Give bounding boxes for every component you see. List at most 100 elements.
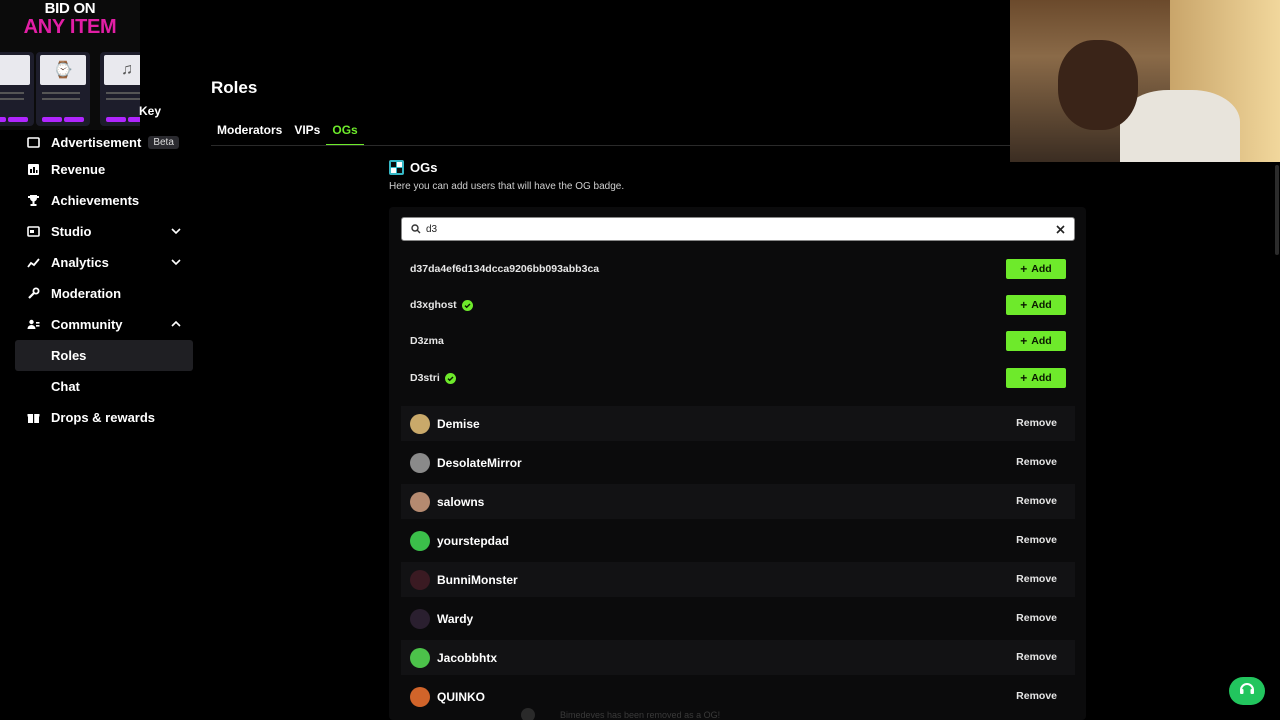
search-result-row: d3xghost + Add: [410, 295, 1076, 315]
page-scrollbar[interactable]: [1275, 165, 1279, 255]
sidebar-item-drops-rewards[interactable]: Drops & rewards: [15, 402, 193, 433]
search-result-row: d37da4ef6d134dcca9206bb093abb3ca + Add: [410, 259, 1076, 279]
plus-icon: +: [1020, 298, 1028, 312]
tab-moderators[interactable]: Moderators: [211, 120, 288, 146]
chevron-down-icon[interactable]: [170, 256, 182, 271]
avatar: [410, 413, 430, 434]
studio-icon: [26, 225, 40, 239]
search-result-row: D3stri + Add: [410, 368, 1076, 388]
avatar: [410, 452, 430, 473]
plus-icon: +: [1020, 334, 1028, 348]
add-button[interactable]: + Add: [1006, 295, 1066, 315]
remove-button[interactable]: Remove: [1016, 534, 1057, 546]
sidebar-item-chat[interactable]: Chat: [15, 371, 193, 402]
og-username: yourstepdad: [437, 533, 510, 548]
sidebar: Advertisement Beta Revenue Achievements …: [15, 130, 193, 433]
chevron-up-icon[interactable]: [170, 318, 182, 333]
og-list-row: Jacobbhtx Remove: [401, 640, 1075, 675]
og-list-row: QUINKO Remove: [401, 679, 1075, 714]
sidebar-item-moderation[interactable]: Moderation: [15, 278, 193, 309]
remove-button[interactable]: Remove: [1016, 690, 1057, 702]
close-icon[interactable]: [1054, 223, 1066, 235]
avatar: [410, 647, 430, 668]
avatar: [410, 569, 430, 590]
og-list-row: Wardy Remove: [401, 601, 1075, 636]
result-username: d3xghost: [410, 299, 457, 311]
advertisement-icon: [26, 135, 40, 149]
sidebar-item-label: Moderation: [51, 286, 122, 301]
ad-headline-2: ANY ITEM: [23, 16, 117, 38]
analytics-icon: [26, 256, 40, 270]
trophy-icon: [26, 194, 40, 208]
result-username: D3zma: [410, 335, 444, 347]
stream-key-label[interactable]: Key: [139, 104, 161, 118]
check-icon: [521, 708, 535, 720]
section-title: OGs: [389, 160, 437, 175]
watch-icon: ⌚: [40, 55, 86, 85]
og-list-row: salowns Remove: [401, 484, 1075, 519]
sidebar-item-label: Community: [51, 317, 123, 332]
sidebar-item-label: Drops & rewards: [51, 410, 156, 425]
og-list-row: Demise Remove: [401, 406, 1075, 441]
sidebar-item-revenue[interactable]: Revenue: [15, 154, 193, 185]
add-button[interactable]: + Add: [1006, 331, 1066, 351]
tab-vips[interactable]: VIPs: [288, 120, 326, 146]
og-username: Demise: [437, 416, 480, 431]
sidebar-item-achievements[interactable]: Achievements: [15, 185, 193, 216]
sidebar-item-roles[interactable]: Roles: [15, 340, 193, 371]
tab-ogs[interactable]: OGs: [326, 120, 364, 146]
og-username: salowns: [437, 494, 485, 509]
plus-icon: +: [1020, 371, 1028, 385]
sidebar-item-advertisement[interactable]: Advertisement Beta: [15, 130, 193, 154]
avatar: [410, 491, 430, 512]
toast-text: Bimedeves has been removed as a OG!: [560, 710, 721, 720]
remove-button[interactable]: Remove: [1016, 612, 1057, 624]
drops-icon: [26, 411, 40, 425]
guitar-icon: ♫: [104, 55, 140, 85]
user-search: [401, 217, 1075, 241]
chevron-down-icon[interactable]: [170, 225, 182, 240]
sidebar-item-community[interactable]: Community: [15, 309, 193, 340]
product-image: [0, 55, 30, 85]
remove-button[interactable]: Remove: [1016, 495, 1057, 507]
result-username: d37da4ef6d134dcca9206bb093abb3ca: [410, 263, 600, 275]
remove-button[interactable]: Remove: [1016, 573, 1057, 585]
og-username: QUINKO: [437, 689, 485, 704]
og-list-row: yourstepdad Remove: [401, 523, 1075, 558]
remove-button[interactable]: Remove: [1016, 417, 1057, 429]
sidebar-item-analytics[interactable]: Analytics: [15, 247, 193, 278]
tabs-divider: [211, 145, 1011, 146]
role-tabs: Moderators VIPs OGs: [211, 120, 364, 146]
ad-headline-1: BID ON: [44, 0, 96, 17]
add-button[interactable]: + Add: [1006, 259, 1066, 279]
ad-product-card: ♫: [100, 52, 140, 126]
remove-button[interactable]: Remove: [1016, 651, 1057, 663]
overlay-ad: BID ON ANY ITEM ⌚ ♫: [0, 0, 140, 130]
ad-product-card: [0, 52, 34, 126]
sidebar-item-label: Advertisement: [51, 134, 142, 150]
headset-icon: [1238, 681, 1256, 702]
og-badge-icon: [389, 160, 404, 175]
sidebar-item-label: Studio: [51, 224, 92, 239]
search-input[interactable]: [426, 223, 1074, 235]
search-icon: [411, 224, 421, 234]
remove-button[interactable]: Remove: [1016, 456, 1057, 468]
og-username: Jacobbhtx: [437, 650, 498, 665]
wrench-icon: [26, 287, 40, 301]
sidebar-item-label: Analytics: [51, 255, 109, 270]
add-button[interactable]: + Add: [1006, 368, 1066, 388]
section-description: Here you can add users that will have th…: [389, 181, 625, 192]
verified-icon: [444, 372, 456, 384]
help-chat-button[interactable]: [1229, 677, 1265, 705]
toast-notification: Bimedeves has been removed as a OG!: [521, 708, 720, 720]
community-icon: [26, 318, 40, 332]
ad-product-card: ⌚: [36, 52, 90, 126]
avatar: [410, 686, 430, 707]
sidebar-item-label: Achievements: [51, 193, 140, 208]
webcam-overlay: [1010, 0, 1280, 162]
og-username: Wardy: [437, 611, 474, 626]
beta-badge: Beta: [148, 135, 179, 149]
sidebar-item-studio[interactable]: Studio: [15, 216, 193, 247]
page-title: Roles: [211, 78, 258, 97]
avatar: [410, 530, 430, 551]
